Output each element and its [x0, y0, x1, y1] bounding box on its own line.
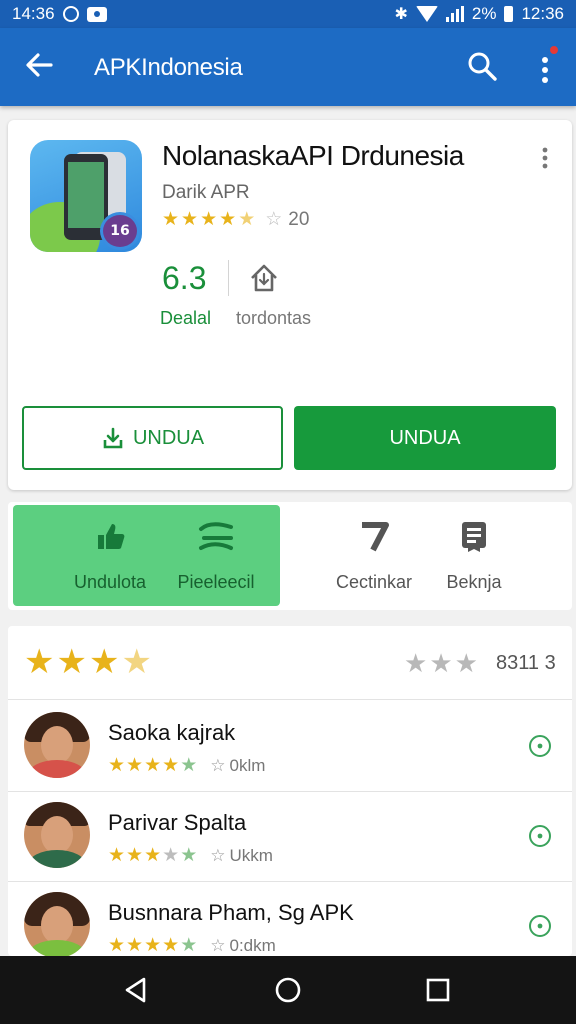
reviewer-name: Busnnara Pham, Sg APK	[108, 900, 354, 925]
stat-value: 6.3	[162, 260, 207, 296]
page-title: APKIndonesia	[94, 54, 243, 81]
wifi-icon	[415, 6, 438, 22]
message-icon	[86, 6, 107, 22]
reviewer-name: Parivar Spalta	[108, 810, 247, 835]
action-beknja[interactable]: Beknja	[414, 516, 534, 593]
thumb-up-icon	[98, 524, 125, 549]
status-time-right: 12:36	[521, 4, 564, 23]
battery-icon	[504, 6, 514, 22]
download-button[interactable]: UNDUA	[294, 406, 556, 470]
action-label: Beknja	[446, 572, 502, 592]
actions-row: Undulota Pieeleecil Cectinkar Beknja	[8, 502, 572, 610]
reviews-count: 8311 3	[496, 652, 556, 674]
nav-back-icon[interactable]	[122, 976, 150, 1004]
search-icon[interactable]	[466, 50, 498, 82]
action-label: Pieeleecil	[177, 572, 255, 592]
app-name: NolanaskaAPI Drdunesia	[162, 140, 464, 171]
star-outline-icon: ☆	[210, 755, 226, 775]
circle-icon	[62, 6, 79, 22]
battery-percent: 2%	[471, 4, 497, 23]
stat-label: Dealal	[160, 308, 212, 328]
review-more-icon[interactable]	[528, 824, 552, 848]
star-icon: ★	[219, 209, 237, 230]
system-nav-bar	[0, 956, 576, 1024]
star-icon: ★	[162, 209, 180, 230]
star-half-icon: ★	[238, 209, 256, 230]
review-meta: 0:dkm	[229, 935, 276, 955]
reviews-summary: ★ ★ ★ ★ ★ ★ ★ 8311 3	[8, 626, 572, 700]
layers-icon	[199, 522, 233, 550]
star-icon: ★	[454, 648, 478, 678]
reviewer-name: Saoka kajrak	[108, 720, 236, 745]
review-rating: ★ ★ ★ ★ ★ ☆ 0:dkm	[108, 935, 276, 956]
download-label: UNDUA	[389, 426, 461, 449]
star-half-icon: ★	[121, 643, 152, 681]
star-icon: ★	[429, 648, 453, 678]
app-rating: ★ ★ ★ ★ ★ ☆ 20	[162, 208, 309, 231]
app-icon-badge: 16	[100, 212, 140, 250]
divider	[228, 260, 229, 296]
bluetooth-icon: ✱	[394, 6, 408, 23]
review-more-icon[interactable]	[528, 914, 552, 938]
download-outline-button[interactable]: UNDUA	[22, 406, 283, 470]
nav-home-icon[interactable]	[274, 976, 302, 1004]
review-rating: ★ ★ ★ ★ ★ ☆ Ukkm	[108, 845, 273, 866]
signal-icon	[445, 6, 464, 22]
status-bar: 14:36 ✱ 2% 12:36	[0, 0, 576, 28]
back-arrow-icon[interactable]	[24, 50, 54, 80]
nav-recents-icon[interactable]	[426, 978, 450, 1002]
review-more-icon[interactable]	[528, 734, 552, 758]
star-outline-icon: ☆	[265, 209, 283, 230]
rating-count: 20	[288, 208, 310, 230]
avatar	[24, 892, 90, 958]
download-icon	[103, 427, 123, 449]
star-icon: ★	[200, 209, 218, 230]
install-icon	[251, 264, 277, 292]
card-more-icon[interactable]	[540, 146, 550, 170]
review-item[interactable]: Parivar Spalta ★ ★ ★ ★ ★ ☆ Ukkm	[8, 792, 572, 882]
grey-stars: ★ ★ ★	[404, 648, 478, 679]
avatar	[24, 712, 90, 778]
star-icon: ★	[24, 643, 55, 681]
action-label: Undulota	[73, 572, 147, 592]
status-time-left: 14:36	[12, 4, 55, 23]
summary-stars: ★ ★ ★ ★	[24, 644, 152, 680]
review-meta: 0klm	[229, 755, 266, 775]
install-label: tordontas	[236, 308, 312, 328]
developer-name[interactable]: Darik APR	[162, 182, 250, 204]
star-icon: ★	[404, 648, 428, 678]
bookmark-list-icon	[462, 522, 486, 552]
action-undulota[interactable]: Undulota	[50, 516, 170, 593]
seven-icon	[362, 522, 389, 552]
app-bar: APKIndonesia	[0, 28, 576, 106]
star-icon: ★	[181, 209, 199, 230]
app-icon: 16	[30, 140, 142, 252]
review-item[interactable]: Saoka kajrak ★ ★ ★ ★ ★ ☆ 0klm	[8, 702, 572, 792]
app-card: 16 NolanaskaAPI Drdunesia Darik APR ★ ★ …	[8, 120, 572, 490]
review-meta: Ukkm	[229, 845, 273, 865]
star-outline-icon: ☆	[210, 845, 226, 865]
avatar	[24, 802, 90, 868]
reviews-section: ★ ★ ★ ★ ★ ★ ★ 8311 3 Saoka kajrak ★ ★ ★ ★ ★ …	[8, 626, 572, 958]
action-pieeleecil[interactable]: Pieeleecil	[156, 516, 276, 593]
star-outline-icon: ☆	[210, 935, 226, 955]
star-icon: ★	[56, 643, 87, 681]
download-outline-label: UNDUA	[132, 426, 205, 449]
notification-dot	[548, 44, 560, 56]
star-icon: ★	[88, 643, 120, 681]
review-rating: ★ ★ ★ ★ ★ ☆ 0klm	[108, 755, 266, 776]
